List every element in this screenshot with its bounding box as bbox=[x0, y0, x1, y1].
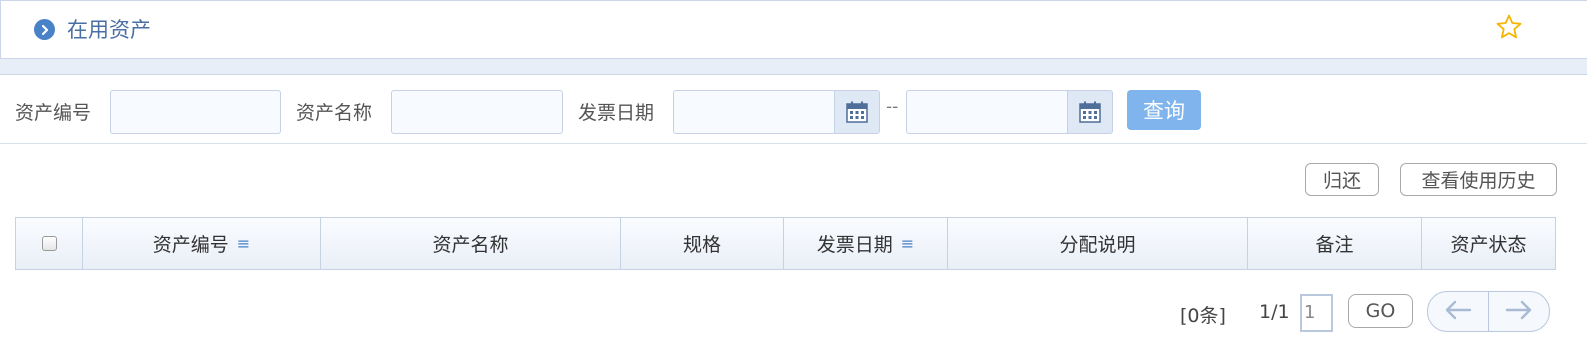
header-divider-band bbox=[0, 59, 1587, 75]
asset-no-label: 资产编号 bbox=[15, 102, 92, 124]
next-page-button[interactable] bbox=[1489, 292, 1549, 331]
asset-name-input[interactable] bbox=[391, 90, 563, 134]
arrow-left-icon bbox=[1444, 299, 1472, 325]
record-count: [0条] bbox=[1180, 305, 1226, 327]
prev-page-button[interactable] bbox=[1428, 292, 1489, 331]
column-header-spec: 规格 bbox=[621, 218, 784, 269]
page-nav-group bbox=[1427, 291, 1550, 332]
query-button[interactable]: 查询 bbox=[1127, 90, 1201, 130]
chevron-right-icon[interactable] bbox=[34, 19, 55, 40]
column-header-remark: 备注 bbox=[1248, 218, 1422, 269]
invoice-date-end-input[interactable] bbox=[906, 90, 1068, 134]
calendar-icon[interactable] bbox=[834, 90, 880, 134]
calendar-icon[interactable] bbox=[1067, 90, 1113, 134]
invoice-date-label: 发票日期 bbox=[578, 102, 655, 124]
asset-table-header: 资产编号 ≡ 资产名称 规格 发票日期 ≡ 分配说明 备注 资产状态 bbox=[15, 217, 1556, 270]
arrow-right-icon bbox=[1505, 299, 1533, 325]
invoice-date-start-input[interactable] bbox=[673, 90, 835, 134]
star-icon[interactable] bbox=[1495, 13, 1523, 41]
page-indicator: 1/1 bbox=[1259, 301, 1290, 323]
date-range-separator: -- bbox=[886, 97, 899, 117]
sort-icon[interactable]: ≡ bbox=[901, 234, 914, 253]
column-header-allocation-note: 分配说明 bbox=[948, 218, 1248, 269]
column-header-asset-status: 资产状态 bbox=[1450, 234, 1527, 256]
asset-no-input[interactable] bbox=[110, 90, 281, 134]
select-all-cell bbox=[16, 218, 83, 269]
view-history-button[interactable]: 查看使用历史 bbox=[1400, 163, 1557, 196]
select-all-checkbox[interactable] bbox=[41, 236, 57, 251]
column-header-invoice-date[interactable]: 发票日期 ≡ bbox=[784, 218, 948, 269]
page-number-input[interactable]: 1 bbox=[1300, 294, 1333, 332]
asset-name-label: 资产名称 bbox=[296, 102, 373, 124]
filter-bar: 资产编号 资产名称 发票日期 -- 查询 bbox=[0, 75, 1587, 144]
go-button[interactable]: GO bbox=[1348, 294, 1413, 328]
page-title: 在用资产 bbox=[67, 18, 151, 42]
page-header: 在用资产 bbox=[0, 0, 1587, 59]
return-button[interactable]: 归还 bbox=[1305, 163, 1379, 196]
column-header-asset-name: 资产名称 bbox=[321, 218, 621, 269]
sort-icon[interactable]: ≡ bbox=[237, 234, 250, 253]
column-header-asset-no[interactable]: 资产编号 ≡ bbox=[83, 218, 321, 269]
